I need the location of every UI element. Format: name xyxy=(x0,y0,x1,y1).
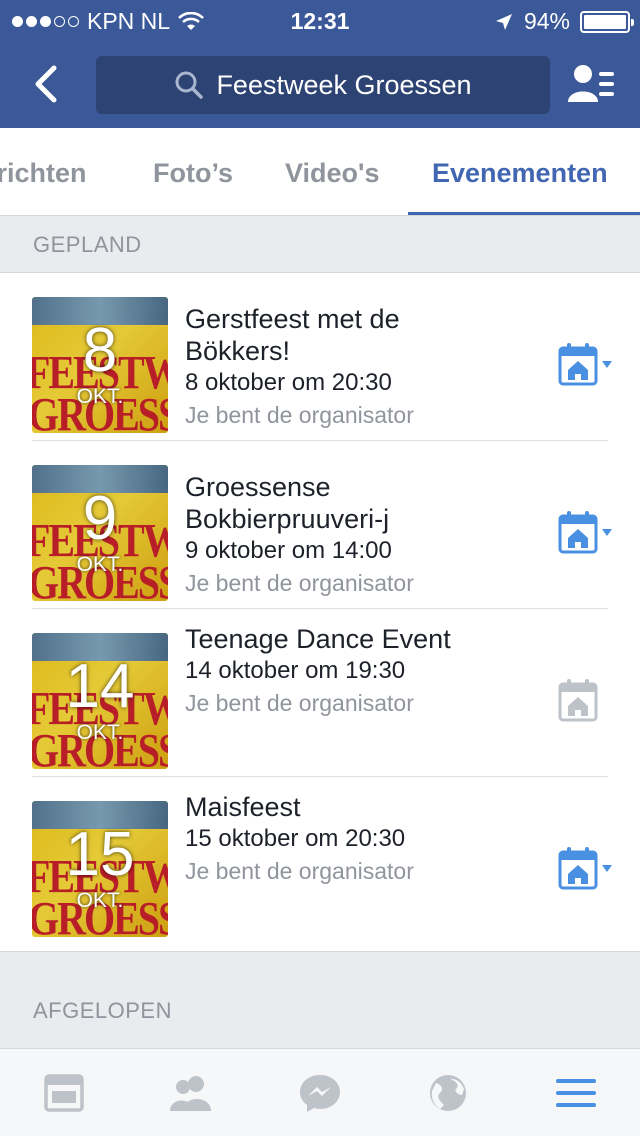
event-day: 9 xyxy=(82,484,118,553)
tab-evenementen[interactable]: Evenementen xyxy=(432,158,608,189)
event-role: Je bent de organisator xyxy=(185,690,414,716)
event-row[interactable]: FEESTWEEK GROESSEN 8 OKT. Gerstfeest met… xyxy=(0,273,640,441)
calendar-home-icon[interactable] xyxy=(558,847,616,891)
calendar-home-icon[interactable] xyxy=(558,343,616,387)
battery-percent: 94% xyxy=(523,8,570,34)
status-right: 94% xyxy=(494,8,634,35)
event-month: OKT. xyxy=(76,385,124,408)
event-info: Teenage Dance Event 14 oktober om 19:30 … xyxy=(185,623,525,719)
event-info: Maisfeest 15 oktober om 20:30 Je bent de… xyxy=(185,791,525,887)
event-day: 8 xyxy=(82,316,118,385)
globe-icon[interactable] xyxy=(426,1073,470,1113)
search-icon xyxy=(175,71,204,99)
event-thumbnail: FEESTWEEK GROESSEN 8 OKT. xyxy=(32,297,168,433)
event-datetime: 8 oktober om 20:30 xyxy=(185,369,392,396)
event-thumbnail: FEESTWEEK GROESSEN 15 OKT. xyxy=(32,801,168,937)
event-title-cont: Bokbierpruuveri-j xyxy=(185,504,390,534)
event-info: Gerstfeest met de Bökkers! 8 oktober om … xyxy=(185,303,525,431)
status-bar: KPN NL 12:31 94% xyxy=(0,0,640,40)
bottom-nav xyxy=(0,1048,640,1136)
event-role: Je bent de organisator xyxy=(185,858,414,884)
tab-berichten[interactable]: Berichten xyxy=(0,158,87,189)
section-planned-label: GEPLAND xyxy=(33,232,142,257)
battery-icon xyxy=(580,10,634,33)
menu-icon[interactable] xyxy=(554,1073,598,1113)
event-list: FEESTWEEK GROESSEN 8 OKT. Gerstfeest met… xyxy=(0,272,640,952)
event-month: OKT. xyxy=(76,721,124,744)
event-month: OKT. xyxy=(76,889,124,912)
search-bar[interactable]: Feestweek Groessen xyxy=(96,56,550,114)
event-info: Groessense Bokbierpruuveri-j 9 oktober o… xyxy=(185,471,525,599)
friends-icon[interactable] xyxy=(169,1073,213,1113)
section-past-label: AFGELOPEN xyxy=(33,998,172,1023)
tab-videos[interactable]: Video's xyxy=(285,158,379,189)
active-tab-indicator xyxy=(408,212,640,215)
event-datetime: 14 oktober om 19:30 xyxy=(185,657,406,684)
page-tabs: Berichten Foto’s Video's Evenementen xyxy=(0,128,640,216)
event-thumbnail: FEESTWEEK GROESSEN 14 OKT. xyxy=(32,633,168,769)
event-thumbnail: FEESTWEEK GROESSEN 9 OKT. xyxy=(32,465,168,601)
friend-requests-icon[interactable] xyxy=(566,62,616,106)
messenger-icon[interactable] xyxy=(298,1073,342,1113)
back-arrow-icon[interactable] xyxy=(28,62,68,106)
event-day: 14 xyxy=(65,652,135,721)
calendar-home-icon[interactable] xyxy=(558,511,616,555)
news-feed-icon[interactable] xyxy=(42,1073,86,1113)
event-title: Gerstfeest met de xyxy=(185,304,400,334)
dropdown-caret xyxy=(602,361,612,368)
event-datetime: 15 oktober om 20:30 xyxy=(185,825,406,852)
calendar-home-icon xyxy=(558,679,598,722)
event-row[interactable]: FEESTWEEK GROESSEN 14 OKT. Teenage Dance… xyxy=(0,609,640,777)
event-row[interactable]: FEESTWEEK GROESSEN 15 OKT. Maisfeest 15 … xyxy=(0,777,640,945)
event-title: Teenage Dance Event xyxy=(185,624,451,654)
event-month: OKT. xyxy=(76,553,124,576)
event-row[interactable]: FEESTWEEK GROESSEN 9 OKT. Groessense Bok… xyxy=(0,441,640,609)
search-text: Feestweek Groessen xyxy=(216,69,472,100)
event-title-cont: Bökkers! xyxy=(185,336,291,366)
tab-fotos[interactable]: Foto’s xyxy=(153,158,233,189)
event-role: Je bent de organisator xyxy=(185,402,414,428)
event-title: Maisfeest xyxy=(185,792,301,822)
top-bar: KPN NL 12:31 94% Feestweek Groessen xyxy=(0,0,640,128)
event-role: Je bent de organisator xyxy=(185,570,414,596)
event-title: Groessense xyxy=(185,472,331,502)
event-datetime: 9 oktober om 14:00 xyxy=(185,537,392,564)
event-day: 15 xyxy=(65,820,135,889)
location-arrow-icon xyxy=(495,13,512,30)
